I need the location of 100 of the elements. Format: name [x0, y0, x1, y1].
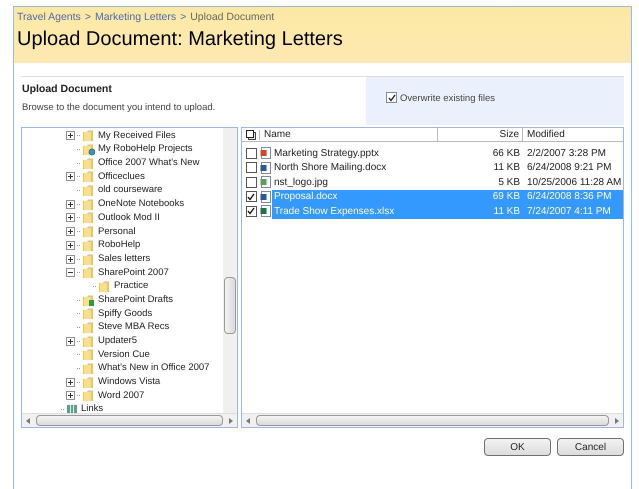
expand-icon[interactable] — [66, 336, 75, 346]
breadcrumb-link[interactable]: Upload Document — [190, 10, 274, 26]
folder-globe-icon — [82, 143, 95, 156]
tree-item[interactable]: Office 2007 What's New — [97, 156, 200, 170]
tree-item[interactable]: Outlook Mod II — [97, 210, 161, 226]
scroll-right-icon[interactable] — [615, 418, 619, 424]
file-row[interactable]: nst_logo.jpg 5 KB 10/25/2006 11:28 AM — [272, 175, 623, 190]
row-checkbox[interactable] — [246, 176, 256, 188]
file-modified: 2/2/2007 3:28 PM — [526, 146, 607, 161]
image-file-icon — [260, 176, 272, 188]
section-description: Browse to the document you intend to upload. — [22, 100, 216, 115]
folder-icon — [82, 320, 95, 334]
overwrite-label: Overwrite existing files — [400, 92, 496, 106]
tree-item[interactable]: Links — [80, 402, 104, 413]
document-file-icon — [260, 147, 272, 160]
folder-icon — [82, 307, 95, 320]
row-checkbox[interactable] — [246, 191, 256, 202]
breadcrumb-link[interactable]: Travel Agents — [17, 10, 81, 26]
expand-icon[interactable] — [66, 213, 75, 222]
folder-icon — [82, 389, 95, 402]
expand-icon[interactable] — [66, 254, 75, 264]
folder-icon — [82, 334, 95, 348]
tree-item[interactable]: Version Cue — [97, 348, 151, 362]
column-header[interactable]: Name — [260, 127, 438, 142]
tree-item[interactable]: Spiffy Goods — [97, 306, 154, 321]
folder-icon — [82, 376, 95, 389]
tree-item[interactable]: What's New in Office 2007 — [97, 361, 210, 376]
file-name: Marketing Strategy.pptx — [273, 146, 380, 161]
folder-icon — [82, 129, 95, 142]
file-modified: 6/24/2008 9:21 PM — [526, 161, 613, 176]
tree-item[interactable]: RoboHelp — [97, 238, 142, 252]
folder-icon — [82, 252, 95, 266]
select-all-icon[interactable] — [246, 130, 256, 140]
file-modified: 10/25/2006 11:28 AM — [526, 176, 622, 190]
expand-icon[interactable] — [66, 391, 75, 400]
page-title: Upload Document: Marketing Letters — [17, 26, 344, 52]
document-file-icon — [260, 205, 272, 218]
file-row[interactable]: North Shore Mailing.docx 11 KB 6/24/2008 9:21 PM — [272, 160, 623, 175]
folder-icon — [82, 184, 95, 198]
tree-item[interactable]: Officeclues — [97, 170, 146, 184]
ok-button[interactable]: OK — [484, 438, 551, 456]
file-name: North Shore Mailing.docx — [273, 161, 388, 176]
scroll-left-icon[interactable] — [26, 418, 30, 424]
tree-item[interactable]: Sales letters — [97, 252, 152, 266]
expand-icon[interactable] — [66, 131, 75, 140]
row-checkbox[interactable] — [246, 148, 256, 159]
file-size: 66 KB — [492, 146, 521, 161]
tree-item[interactable]: SharePoint Drafts — [97, 292, 174, 308]
folder-icon — [98, 280, 111, 293]
expand-icon[interactable] — [66, 200, 75, 209]
horizontal-scrollbar[interactable] — [242, 413, 623, 427]
tree-item[interactable]: Steve MBA Recs — [97, 320, 170, 335]
document-file-icon — [260, 190, 272, 203]
tree-item[interactable]: OneNote Notebooks — [97, 197, 186, 212]
horizontal-scrollbar[interactable] — [22, 413, 237, 427]
vertical-scrollbar[interactable] — [223, 128, 237, 413]
section-title: Upload Document — [22, 82, 113, 97]
column-header[interactable]: Size — [438, 127, 523, 142]
tree-item[interactable]: My Received Files — [97, 128, 177, 143]
cancel-button[interactable]: Cancel — [557, 438, 624, 456]
folder-sheet-icon — [82, 294, 95, 307]
folder-icon — [82, 198, 95, 211]
expand-icon[interactable] — [66, 172, 75, 182]
collapse-icon[interactable] — [66, 268, 75, 278]
file-size: 69 KB — [492, 190, 521, 204]
file-size: 11 KB — [492, 161, 521, 176]
overwrite-checkbox[interactable] — [386, 92, 397, 103]
tree-item[interactable]: SharePoint 2007 — [97, 266, 170, 280]
file-size: 5 KB — [497, 176, 521, 190]
folder-icon — [82, 348, 95, 362]
file-name: nst_logo.jpg — [273, 176, 329, 190]
file-name: Proposal.docx — [273, 190, 338, 204]
column-header[interactable]: Modified — [523, 127, 623, 142]
breadcrumb-link[interactable]: Marketing Letters — [94, 10, 176, 26]
tree-item[interactable]: Practice — [113, 279, 150, 294]
expand-icon[interactable] — [66, 378, 75, 387]
document-file-icon — [260, 162, 272, 174]
breadcrumb-separator: > — [180, 10, 186, 25]
folder-icon — [82, 266, 95, 280]
file-name: Trade Show Expenses.xlsx — [273, 204, 396, 219]
expand-icon[interactable] — [66, 240, 75, 250]
folder-icon — [82, 238, 95, 252]
tree-item[interactable]: Updater5 — [97, 334, 138, 348]
tree-item[interactable]: Personal — [97, 224, 136, 239]
expand-icon[interactable] — [66, 227, 75, 236]
breadcrumb-separator: > — [84, 10, 91, 25]
scroll-left-icon[interactable] — [246, 418, 250, 424]
scroll-right-icon[interactable] — [229, 418, 233, 424]
file-modified: 6/24/2008 8:36 PM — [526, 190, 613, 204]
tree-item[interactable]: Windows Vista — [97, 375, 162, 390]
library-icon — [66, 404, 78, 413]
row-checkbox[interactable] — [246, 162, 256, 174]
row-checkbox[interactable] — [246, 206, 256, 217]
folder-icon — [82, 211, 95, 224]
tree-item[interactable]: old courseware — [97, 183, 164, 198]
folder-icon — [82, 170, 95, 184]
file-row[interactable]: Marketing Strategy.pptx 66 KB 2/2/2007 3:28 PM — [272, 146, 623, 160]
tree-item[interactable]: Word 2007 — [97, 388, 146, 404]
folder-icon — [82, 362, 95, 376]
tree-item[interactable]: My RoboHelp Projects — [97, 142, 194, 157]
